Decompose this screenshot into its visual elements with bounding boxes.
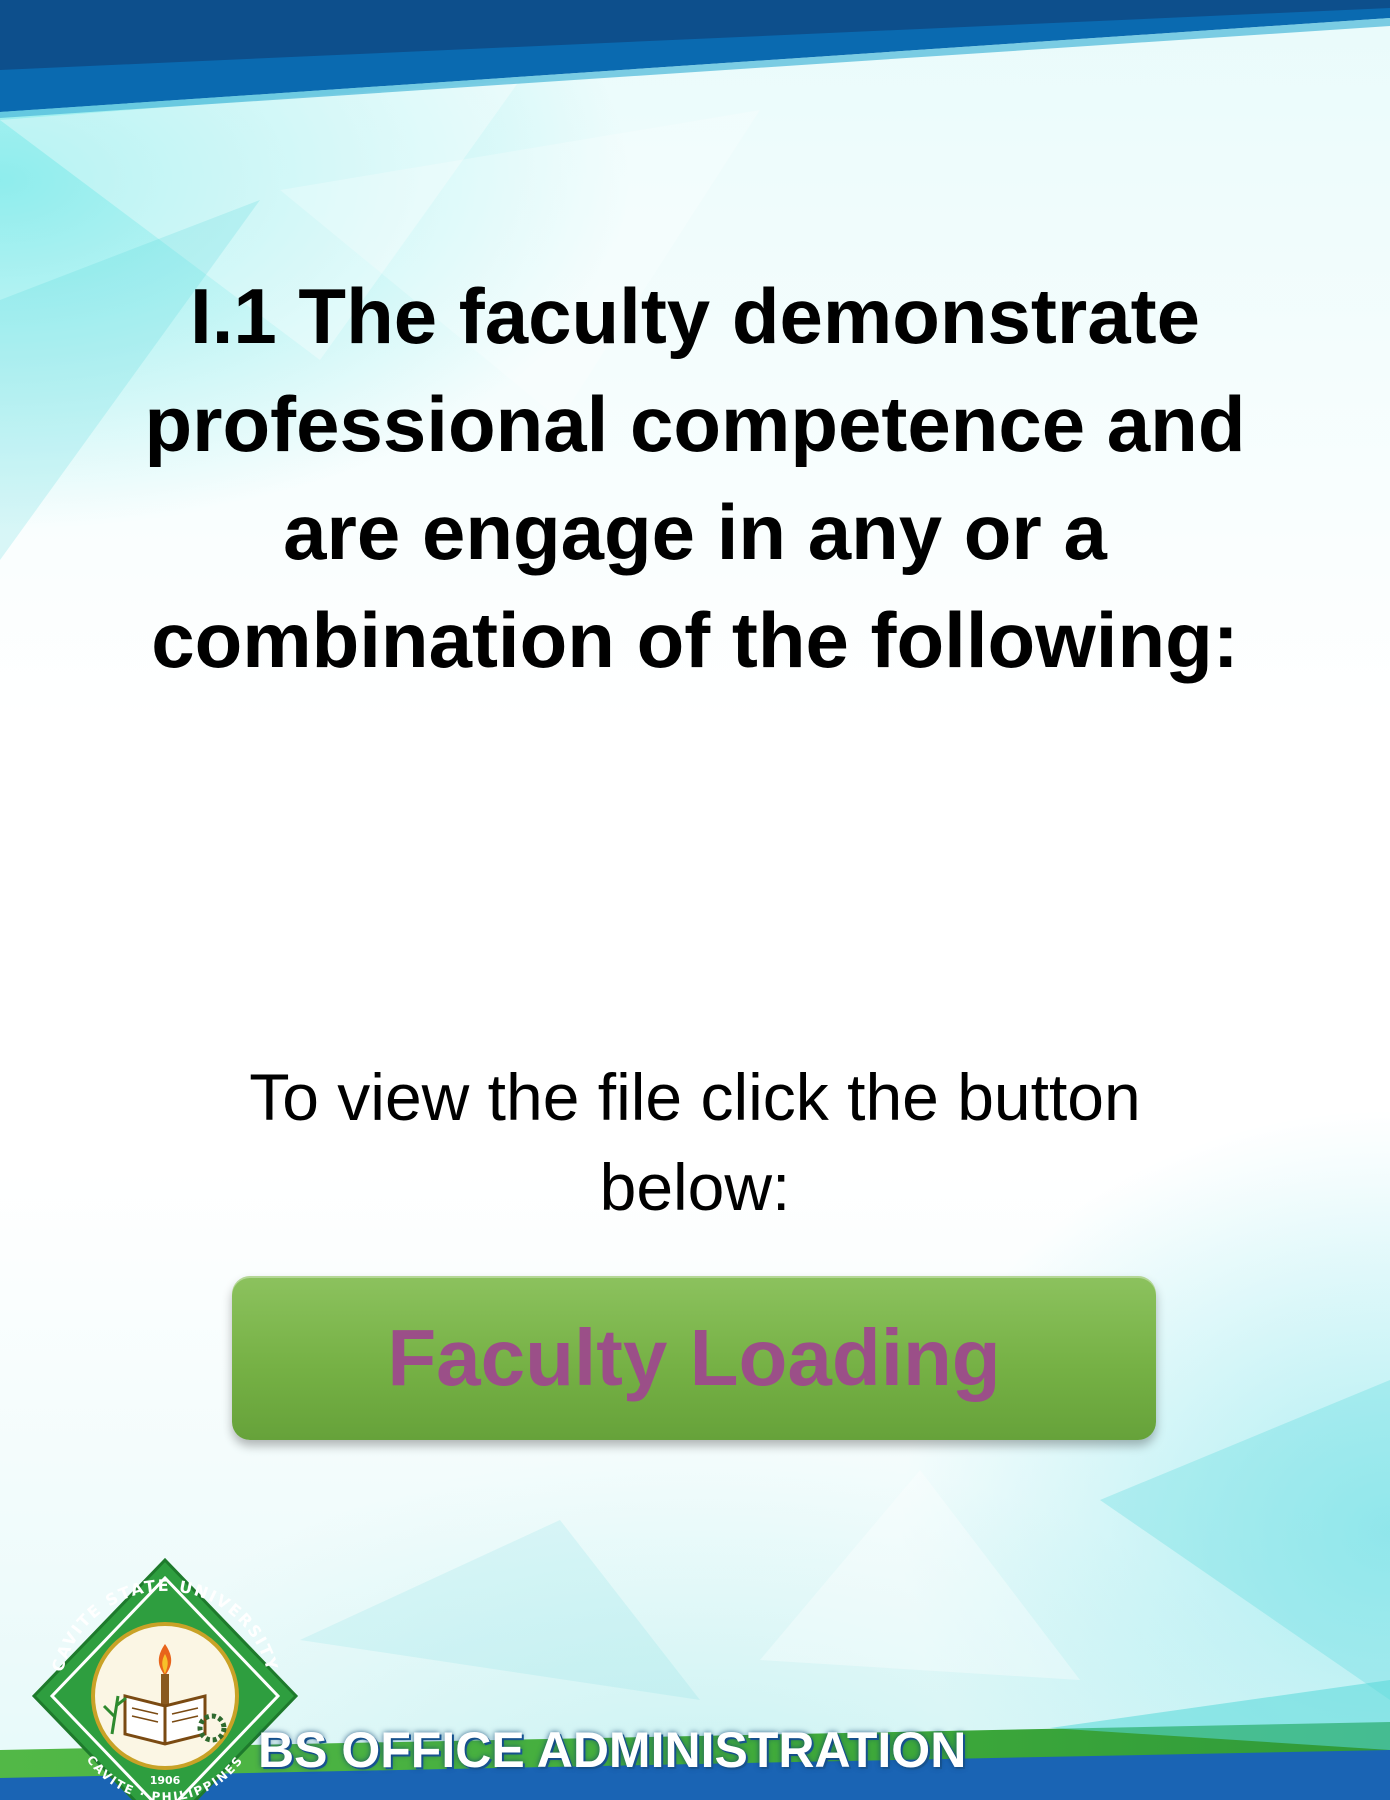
program-title: BS OFFICE ADMINISTRATION	[258, 1722, 967, 1778]
top-banner	[0, 0, 1390, 118]
faculty-loading-button[interactable]: Faculty Loading	[232, 1276, 1156, 1440]
seal-year: 1906	[150, 1774, 181, 1787]
instruction-text: To view the file click the button below:	[249, 1060, 1141, 1224]
page: I.1 The faculty demonstrate professional…	[0, 0, 1390, 1800]
section-heading: I.1 The faculty demonstrate professional…	[144, 272, 1246, 684]
